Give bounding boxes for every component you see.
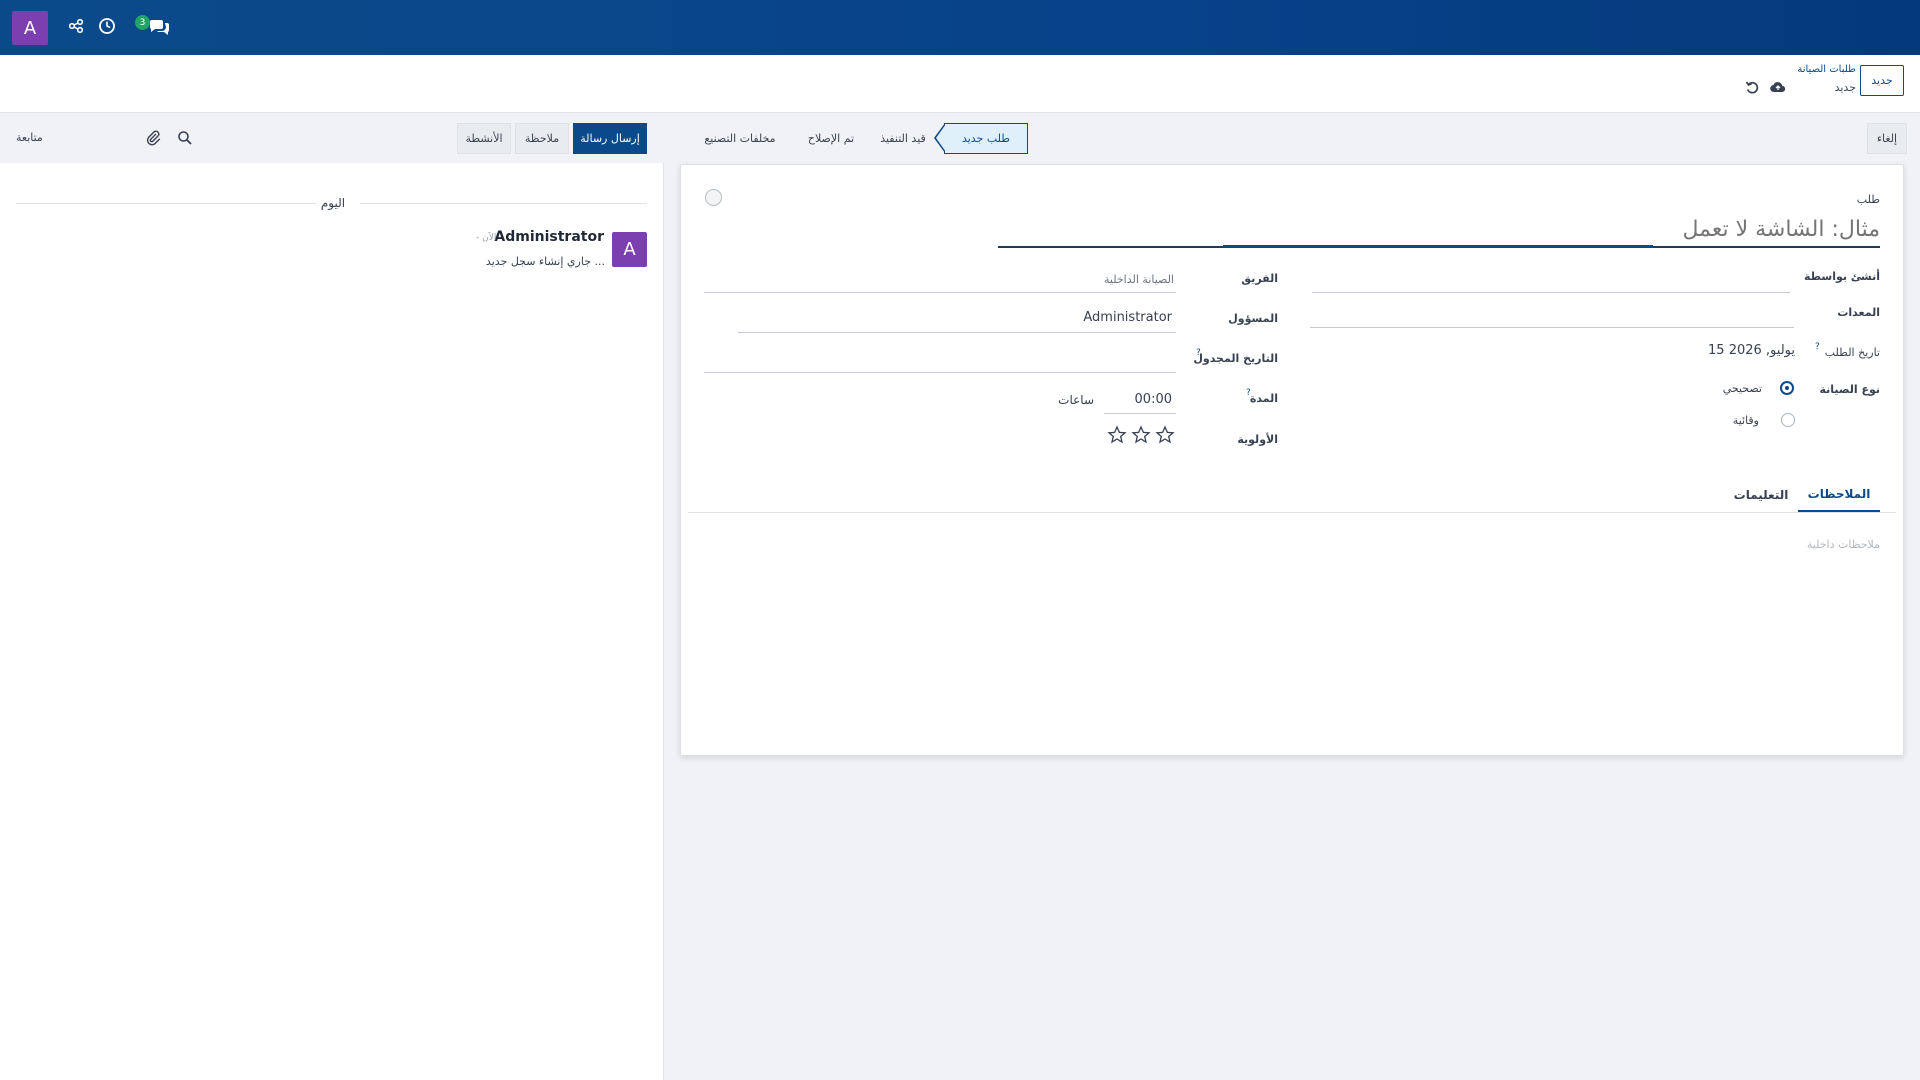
- tab-notes[interactable]: الملاحظات: [1798, 478, 1880, 512]
- new-button[interactable]: جديد: [1860, 65, 1904, 96]
- message-time: - الآن: [476, 233, 497, 243]
- priority-star-2-icon[interactable]: [1131, 425, 1151, 445]
- activities-button[interactable]: الأنشطة: [457, 123, 511, 154]
- control-panel: جديد طلبات الصيانة جديد: [0, 55, 1920, 113]
- breadcrumb-current: جديد: [1834, 81, 1856, 94]
- top-navbar: A 3: [0, 0, 1920, 55]
- attachment-icon[interactable]: [145, 129, 161, 147]
- request-date-label: تاريخ الطلب: [1824, 346, 1880, 359]
- kanban-state-icon[interactable]: [705, 189, 722, 206]
- responsible-label: المسؤول: [1228, 312, 1278, 325]
- scheduled-date-label: التاريخ المجدول: [1193, 352, 1278, 365]
- message-author-avatar[interactable]: A: [612, 232, 647, 267]
- priority-star-3-icon[interactable]: [1107, 425, 1127, 445]
- date-separator-label: اليوم: [320, 196, 346, 210]
- follow-button[interactable]: متابعة: [16, 131, 43, 144]
- duration-unit: ساعات: [1058, 393, 1094, 407]
- equipment-label: المعدات: [1837, 306, 1880, 319]
- team-field: [704, 292, 1176, 293]
- request-name-focus-bar: [1223, 245, 1653, 248]
- duration-help-icon[interactable]: ?: [1246, 388, 1251, 398]
- type-preventive-radio[interactable]: [1781, 413, 1795, 427]
- date-separator-line-right: [360, 203, 647, 204]
- duration-label: المدة: [1249, 392, 1278, 405]
- stage-scrap[interactable]: مخلفات التصنيع: [690, 123, 790, 154]
- cloud-upload-icon[interactable]: [1770, 79, 1786, 95]
- type-corrective-radio[interactable]: [1780, 381, 1794, 395]
- stage-in-progress[interactable]: قيد التنفيذ: [870, 123, 936, 154]
- date-separator-line-left: [16, 203, 316, 204]
- maintenance-type-label: نوع الصيانة: [1819, 383, 1880, 396]
- duration-value[interactable]: 00:00: [1135, 392, 1172, 407]
- chatter-panel: إرسال رسالة ملاحظة الأنشطة متابعة اليوم …: [0, 113, 664, 1080]
- form-statusbar: [680, 113, 1920, 163]
- user-avatar[interactable]: A: [12, 11, 48, 45]
- stage-new-request[interactable]: طلب جديد: [944, 123, 1028, 154]
- cancel-button[interactable]: إلغاء: [1867, 123, 1907, 154]
- equipment-field[interactable]: [1310, 327, 1794, 328]
- breadcrumb-parent[interactable]: طلبات الصيانة: [1797, 64, 1856, 75]
- created-by-label: أنشئ بواسطة: [1803, 270, 1880, 283]
- clock-icon[interactable]: [96, 15, 118, 37]
- message-author[interactable]: Administrator: [494, 229, 604, 245]
- priority-star-1-icon[interactable]: [1155, 425, 1175, 445]
- messages-badge: 3: [135, 15, 150, 30]
- request-date-value[interactable]: 15 يوليو, 2026: [1708, 343, 1795, 358]
- scheduled-date-help-icon[interactable]: ?: [1196, 348, 1201, 358]
- request-name-input[interactable]: [998, 212, 1880, 246]
- chat-bubbles-icon[interactable]: [146, 15, 172, 37]
- duration-field: [1104, 413, 1176, 414]
- send-message-button[interactable]: إرسال رسالة: [573, 123, 647, 154]
- share-nodes-icon[interactable]: [65, 15, 87, 37]
- notes-placeholder[interactable]: ملاحظات داخلية: [1807, 538, 1880, 551]
- type-preventive-label[interactable]: وقائية: [1733, 414, 1759, 427]
- priority-label: الأولوية: [1237, 433, 1278, 446]
- undo-icon[interactable]: [1744, 79, 1760, 95]
- form-sheet: [680, 164, 1904, 756]
- log-note-button[interactable]: ملاحظة: [515, 123, 569, 154]
- tabs-divider: [688, 512, 1896, 513]
- scheduled-date-field[interactable]: [704, 372, 1176, 373]
- created-by-field[interactable]: [1312, 292, 1790, 293]
- search-icon[interactable]: [177, 130, 193, 146]
- request-date-help-icon[interactable]: ?: [1815, 342, 1820, 352]
- responsible-value[interactable]: Administrator: [1083, 310, 1172, 325]
- stage-arrow-fill: [936, 124, 946, 152]
- responsible-field: [738, 332, 1176, 333]
- type-corrective-label[interactable]: تصحيحي: [1723, 382, 1762, 395]
- request-label: طلب: [1856, 193, 1880, 206]
- team-value[interactable]: الصيانة الداخلية: [1104, 273, 1174, 286]
- message-body: جاري إنشاء سجل جديد ...: [485, 255, 605, 268]
- stage-repaired[interactable]: تم الإصلاح: [796, 123, 866, 154]
- tab-instructions[interactable]: التعليمات: [1728, 478, 1794, 512]
- team-label: الفريق: [1241, 272, 1278, 285]
